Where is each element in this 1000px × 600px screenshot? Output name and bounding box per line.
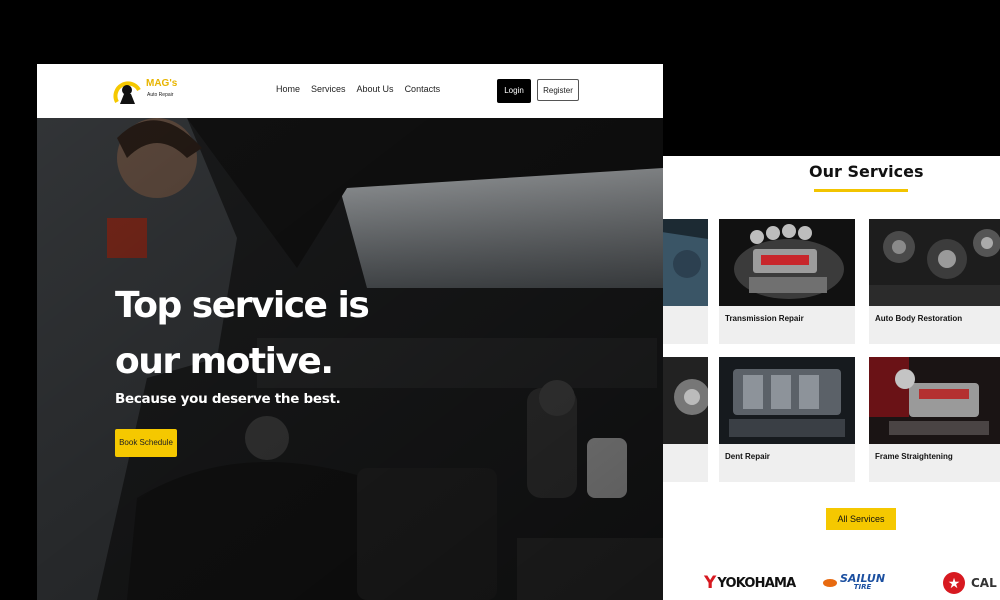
hero-section: Top service is our motive. Because you d… — [37, 118, 663, 600]
service-card-frame-straightening[interactable]: Frame Straightening — [869, 357, 1000, 482]
register-button[interactable]: Register — [537, 79, 579, 101]
service-card-image — [660, 357, 708, 444]
book-schedule-button[interactable]: Book Schedule — [115, 429, 177, 457]
hero-title: Top service is our motive. — [115, 285, 370, 382]
navbar: MAG's Auto Repair Home Services About Us… — [37, 64, 663, 118]
service-card-label: Transmission Repair — [725, 314, 804, 323]
service-card-image — [719, 219, 855, 306]
caltex-star-icon: ★ — [943, 572, 965, 594]
mechanic-logo-icon — [113, 81, 141, 104]
service-card-transmission-repair[interactable]: Transmission Repair — [719, 219, 855, 344]
service-card-partial-2[interactable] — [660, 357, 708, 482]
brand-yokohama: Y YOKOHAMA — [704, 573, 796, 593]
service-card-image — [660, 219, 708, 306]
brand-caltex: ★ CAL — [943, 572, 997, 594]
nav-services[interactable]: Services — [311, 84, 346, 94]
nav-home[interactable]: Home — [276, 84, 300, 94]
brand-subname: TIRE — [853, 583, 872, 591]
service-card-image — [869, 357, 1000, 444]
service-card-label: Dent Repair — [725, 452, 770, 461]
logo[interactable]: MAG's Auto Repair — [113, 76, 183, 106]
hero-subtitle: Because you deserve the best. — [115, 391, 341, 407]
service-card-auto-body-restoration[interactable]: Auto Body Restoration — [869, 219, 1000, 344]
logo-tagline: Auto Repair — [147, 92, 174, 98]
service-card-dent-repair[interactable]: Dent Repair — [719, 357, 855, 482]
logo-name: MAG's — [146, 78, 178, 89]
nav-links: Home Services About Us Contacts — [276, 84, 440, 94]
login-button[interactable]: Login — [497, 79, 531, 103]
sailun-swoosh-icon — [823, 579, 837, 587]
nav-about-us[interactable]: About Us — [357, 84, 394, 94]
brand-sailun: SAILUN TIRE — [823, 573, 885, 593]
service-card-image — [869, 219, 1000, 306]
all-services-button[interactable]: All Services — [826, 508, 896, 530]
service-card-image — [719, 357, 855, 444]
front-page: MAG's Auto Repair Home Services About Us… — [37, 64, 663, 600]
brand-name: YOKOHAMA — [717, 575, 796, 591]
service-card-partial-1[interactable] — [660, 219, 708, 344]
brand-name: CAL — [971, 576, 997, 590]
service-card-label: Frame Straightening — [875, 452, 953, 461]
services-title: Our Services — [809, 162, 924, 181]
service-card-label: Auto Body Restoration — [875, 314, 963, 323]
nav-contacts[interactable]: Contacts — [405, 84, 441, 94]
brand-name: SAILUN — [840, 572, 886, 585]
services-page: Our Services Transmission Repair Auto Bo… — [660, 156, 1000, 600]
yokohama-mark-icon: Y — [704, 573, 717, 593]
services-title-underline — [814, 189, 908, 192]
